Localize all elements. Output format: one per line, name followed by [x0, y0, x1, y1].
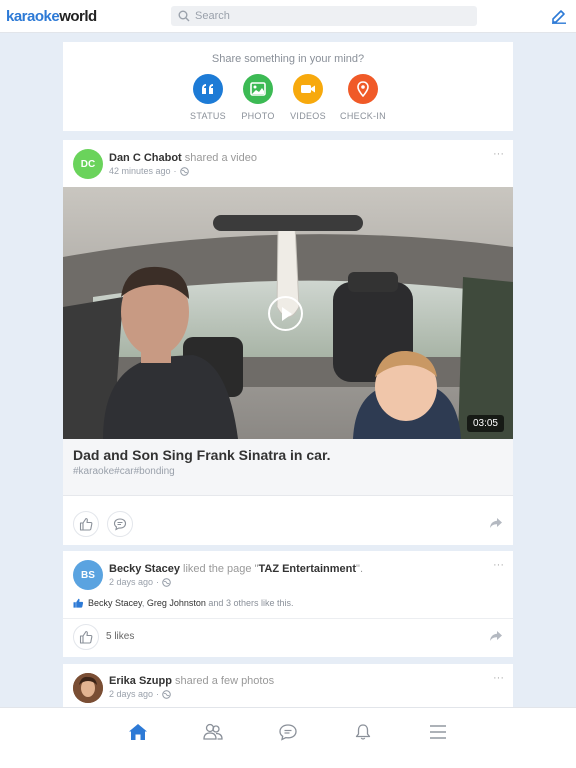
search-placeholder: Search — [195, 10, 230, 22]
post-action: shared a few photos — [171, 675, 275, 687]
post-action: shared a video — [181, 152, 257, 164]
check-in-label: CHECK-IN — [340, 111, 386, 121]
post-meta: 2 days ago · — [109, 689, 171, 699]
meta-dot: · — [156, 689, 160, 699]
comment-button[interactable] — [107, 511, 133, 537]
comment-icon — [113, 518, 127, 531]
location-pin-icon — [348, 74, 378, 104]
avatar[interactable]: BS — [73, 560, 103, 590]
post-meta: 2 days ago · — [109, 577, 171, 587]
avatar[interactable]: DC — [73, 149, 103, 179]
author-name[interactable]: Dan C Chabot — [109, 152, 182, 164]
bell-icon — [355, 724, 371, 740]
post-photos: Erika Szupp shared a few photos 2 days a… — [63, 664, 513, 708]
video-camera-icon — [293, 74, 323, 104]
avatar[interactable] — [73, 673, 103, 703]
thumbs-up-icon — [79, 517, 93, 531]
share-icon[interactable] — [489, 517, 503, 529]
check-in-button[interactable]: CHECK-IN — [333, 74, 393, 121]
video-tags[interactable]: #karaoke#car#bonding — [73, 466, 175, 477]
liker-name[interactable]: Greg Johnston — [147, 598, 206, 608]
post-header: Erika Szupp shared a few photos — [109, 675, 274, 687]
more-options-button[interactable]: ··· — [493, 148, 504, 160]
post-liked-page: BS Becky Stacey liked the page "TAZ Ente… — [63, 551, 513, 657]
quote-icon — [193, 74, 223, 104]
search-input[interactable]: Search — [171, 6, 477, 26]
meta-dot: · — [173, 166, 177, 176]
liked-page-name[interactable]: TAZ Entertainment — [258, 563, 356, 575]
videos-label: VIDEOS — [290, 111, 326, 121]
share-icon[interactable] — [489, 630, 503, 642]
play-button[interactable] — [268, 296, 303, 331]
post-time[interactable]: 2 days ago — [109, 689, 153, 699]
nav-friends[interactable] — [200, 721, 226, 743]
friends-icon — [203, 723, 223, 740]
menu-icon — [430, 725, 446, 739]
bottom-navigation — [0, 707, 576, 768]
video-duration: 03:05 — [466, 415, 504, 432]
videos-button[interactable]: VIDEOS — [278, 74, 338, 121]
composer-card: Share something in your mind? STATUS PHO… — [63, 42, 513, 131]
chat-icon — [279, 724, 297, 741]
likers-summary[interactable]: Becky Stacey, Greg Johnston and 3 others… — [73, 598, 293, 608]
thumbs-up-filled-icon — [73, 598, 84, 608]
post-header: Becky Stacey liked the page "TAZ Enterta… — [109, 563, 363, 575]
post-actions: 5 likes — [63, 618, 513, 654]
nav-notifications[interactable] — [350, 721, 376, 743]
top-bar: karaokeworld Search — [0, 0, 576, 33]
meta-dot: · — [156, 577, 160, 587]
post-time[interactable]: 42 minutes ago — [109, 166, 171, 176]
video-title[interactable]: Dad and Son Sing Frank Sinatra in car. — [73, 447, 331, 463]
post-actions — [63, 506, 513, 542]
author-name[interactable]: Becky Stacey — [109, 563, 180, 575]
play-icon — [281, 306, 292, 321]
logo-text-karaoke: karaoke — [6, 8, 60, 25]
like-button[interactable] — [73, 511, 99, 537]
post-time[interactable]: 2 days ago — [109, 577, 153, 587]
app-logo[interactable]: karaokeworld — [6, 8, 97, 25]
likers-text: Becky Stacey, Greg Johnston and 3 others… — [88, 598, 293, 608]
logo-text-world: world — [59, 8, 97, 25]
globe-icon — [179, 166, 189, 176]
post-header: Dan C Chabot shared a video — [109, 152, 257, 164]
search-icon — [178, 10, 190, 22]
composer-prompt: Share something in your mind? — [211, 53, 365, 65]
nav-menu[interactable] — [425, 721, 451, 743]
thumbs-up-icon — [79, 630, 93, 644]
compose-icon[interactable] — [551, 8, 567, 24]
post-video: DC Dan C Chabot shared a video 42 minute… — [63, 140, 513, 545]
likers-others: and 3 others like this. — [205, 598, 294, 608]
image-icon — [243, 74, 273, 104]
like-button[interactable] — [73, 624, 99, 650]
profile-photo — [73, 673, 103, 703]
globe-icon — [162, 577, 171, 587]
nav-messages[interactable] — [275, 721, 301, 743]
video-player[interactable]: 03:05 — [63, 187, 513, 439]
author-name[interactable]: Erika Szupp — [109, 675, 172, 687]
liker-name[interactable]: Becky Stacey — [88, 598, 142, 608]
nav-home[interactable] — [125, 721, 151, 743]
home-icon — [129, 724, 147, 740]
globe-icon — [162, 689, 171, 699]
more-options-button[interactable]: ··· — [493, 559, 504, 571]
post-meta: 42 minutes ago · — [109, 166, 189, 176]
post-action: liked the page " — [179, 563, 259, 575]
likes-count[interactable]: 5 likes — [106, 631, 134, 642]
more-options-button[interactable]: ··· — [493, 672, 504, 684]
post-action-end: ". — [356, 563, 364, 575]
